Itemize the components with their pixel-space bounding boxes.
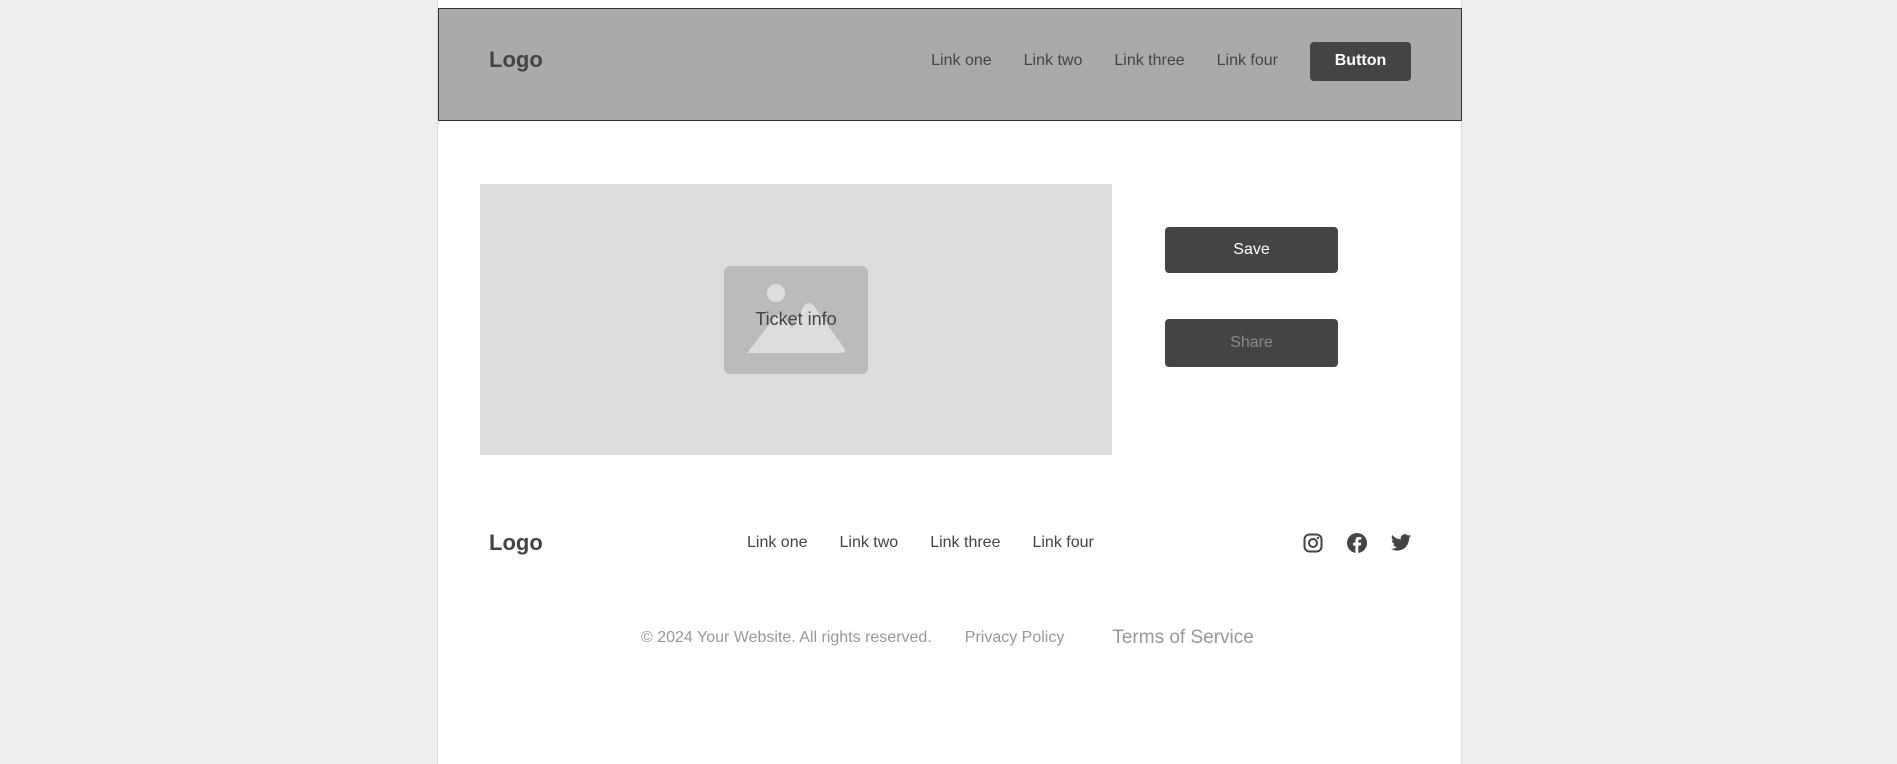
footer-link-one[interactable]: Link one (747, 534, 808, 552)
footer-link-three[interactable]: Link three (930, 534, 1000, 552)
twitter-icon[interactable] (1390, 532, 1412, 554)
footer-link-two[interactable]: Link two (840, 534, 899, 552)
copyright-text: © 2024 Your Website. All rights reserved… (641, 629, 932, 646)
footer-nav: Link one Link two Link three Link four (747, 534, 1126, 552)
header-button[interactable]: Button (1310, 41, 1411, 81)
privacy-policy-link[interactable]: Privacy Policy (965, 629, 1065, 647)
instagram-icon[interactable] (1302, 532, 1324, 554)
header-link-three[interactable]: Link three (1114, 52, 1184, 70)
header-nav: Link one Link two Link three Link four B… (931, 41, 1411, 81)
header-logo[interactable]: Logo (489, 47, 543, 73)
social-links (1302, 532, 1412, 554)
ticket-info-label: Ticket info (755, 309, 837, 329)
footer-logo[interactable]: Logo (489, 530, 543, 556)
save-button[interactable]: Save (1165, 227, 1338, 273)
share-button[interactable]: Share (1165, 319, 1338, 367)
site-header: Logo Link one Link two Link three Link f… (438, 8, 1462, 121)
legal-bar: © 2024 Your Website. All rights reserved… (641, 627, 1254, 649)
ticket-image: Ticket info (480, 184, 1112, 455)
terms-of-service-link[interactable]: Terms of Service (1112, 627, 1253, 649)
footer-link-four[interactable]: Link four (1032, 534, 1093, 552)
facebook-icon[interactable] (1346, 532, 1368, 554)
header-link-four[interactable]: Link four (1217, 52, 1278, 70)
image-placeholder: Ticket info (724, 266, 868, 374)
header-link-one[interactable]: Link one (931, 52, 992, 70)
header-link-two[interactable]: Link two (1024, 52, 1083, 70)
